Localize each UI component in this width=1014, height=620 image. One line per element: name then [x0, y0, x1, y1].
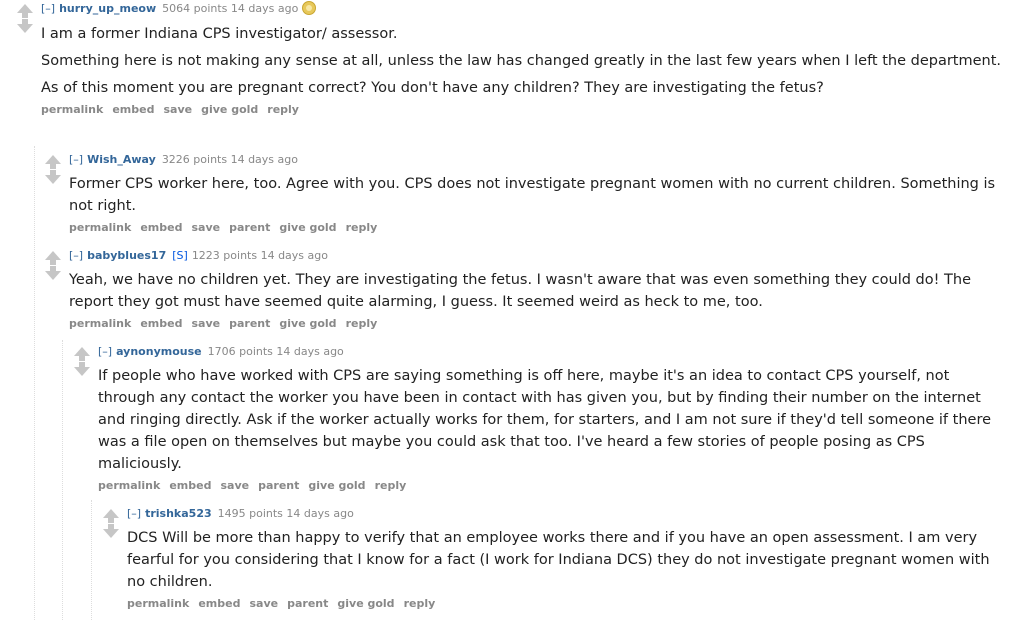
- parent-link[interactable]: parent: [229, 221, 270, 234]
- comment-body: I am a former Indiana CPS investigator/ …: [41, 23, 1001, 99]
- save-link[interactable]: save: [220, 479, 249, 492]
- upvote-arrow-icon[interactable]: [45, 155, 61, 169]
- thread-guide-line: [62, 340, 63, 620]
- comment-actions: permalink embed save parent give gold reply: [69, 220, 999, 236]
- comment-tagline: [–] trishka523 1495 points 14 days ago: [127, 507, 1002, 521]
- comment-actions: permalink embed save parent give gold reply: [98, 478, 1008, 494]
- save-link[interactable]: save: [249, 597, 278, 610]
- thread-guide-line: [91, 500, 92, 620]
- embed-link[interactable]: embed: [198, 597, 240, 610]
- collapse-toggle[interactable]: [–]: [69, 249, 83, 262]
- reply-link[interactable]: reply: [267, 103, 299, 116]
- comment-actions: permalink embed save parent give gold reply: [127, 596, 1002, 612]
- comment-paragraph: I am a former Indiana CPS investigator/ …: [41, 26, 398, 42]
- downvote-arrow-icon[interactable]: [103, 524, 119, 538]
- permalink-link[interactable]: permalink: [69, 221, 131, 234]
- collapse-toggle[interactable]: [–]: [98, 345, 112, 358]
- give-gold-link[interactable]: give gold: [308, 479, 365, 492]
- collapse-toggle[interactable]: [–]: [41, 2, 55, 15]
- comment-actions: permalink embed save give gold reply: [41, 102, 1001, 118]
- embed-link[interactable]: embed: [140, 317, 182, 330]
- author-link[interactable]: trishka523: [145, 507, 212, 520]
- collapse-toggle[interactable]: [–]: [69, 153, 83, 166]
- give-gold-link[interactable]: give gold: [279, 221, 336, 234]
- thread-guide-line: [34, 146, 35, 620]
- downvote-arrow-icon[interactable]: [45, 266, 61, 280]
- comment-tagline: [–] Wish_Away 3226 points 14 days ago: [69, 153, 999, 167]
- reply-link[interactable]: reply: [375, 479, 407, 492]
- comment-body: If people who have worked with CPS are s…: [98, 365, 1008, 475]
- reply-link[interactable]: reply: [346, 317, 378, 330]
- author-link[interactable]: Wish_Away: [87, 153, 156, 166]
- gilded-icon: [302, 1, 317, 15]
- permalink-link[interactable]: permalink: [127, 597, 189, 610]
- score-and-time: 1706 points 14 days ago: [207, 345, 344, 358]
- permalink-link[interactable]: permalink: [98, 479, 160, 492]
- give-gold-link[interactable]: give gold: [201, 103, 258, 116]
- comment-paragraph: DCS Will be more than happy to verify th…: [127, 530, 990, 590]
- give-gold-link[interactable]: give gold: [279, 317, 336, 330]
- comment-paragraph: Something here is not making any sense a…: [41, 53, 1002, 69]
- embed-link[interactable]: embed: [140, 221, 182, 234]
- comment-tagline: [–] aynonymouse 1706 points 14 days ago: [98, 345, 1008, 359]
- permalink-link[interactable]: permalink: [69, 317, 131, 330]
- reply-link[interactable]: reply: [346, 221, 378, 234]
- downvote-arrow-icon[interactable]: [45, 170, 61, 184]
- save-link[interactable]: save: [191, 221, 220, 234]
- save-link[interactable]: save: [163, 103, 192, 116]
- comment-body: Former CPS worker here, too. Agree with …: [69, 173, 999, 217]
- author-link[interactable]: aynonymouse: [116, 345, 202, 358]
- comment-paragraph: If people who have worked with CPS are s…: [98, 368, 992, 472]
- upvote-arrow-icon[interactable]: [17, 4, 33, 18]
- comment-paragraph: Former CPS worker here, too. Agree with …: [69, 176, 996, 214]
- author-link[interactable]: babyblues17: [87, 249, 166, 262]
- reply-link[interactable]: reply: [404, 597, 436, 610]
- score-and-time: 1495 points 14 days ago: [217, 507, 354, 520]
- comment-body: Yeah, we have no children yet. They are …: [69, 269, 999, 313]
- save-link[interactable]: save: [191, 317, 220, 330]
- parent-link[interactable]: parent: [229, 317, 270, 330]
- comment-tagline: [–] babyblues17 [S] 1223 points 14 days ago: [69, 249, 999, 263]
- give-gold-link[interactable]: give gold: [337, 597, 394, 610]
- downvote-arrow-icon[interactable]: [74, 362, 90, 376]
- comment-actions: permalink embed save parent give gold reply: [69, 316, 999, 332]
- upvote-arrow-icon[interactable]: [103, 509, 119, 523]
- downvote-arrow-icon[interactable]: [17, 19, 33, 33]
- permalink-link[interactable]: permalink: [41, 103, 103, 116]
- embed-link[interactable]: embed: [169, 479, 211, 492]
- comment-body: DCS Will be more than happy to verify th…: [127, 527, 1002, 593]
- submitter-badge: [S]: [172, 249, 188, 262]
- collapse-toggle[interactable]: [–]: [127, 507, 141, 520]
- score-and-time: 5064 points 14 days ago: [162, 2, 299, 15]
- score-and-time: 3226 points 14 days ago: [161, 153, 298, 166]
- upvote-arrow-icon[interactable]: [45, 251, 61, 265]
- upvote-arrow-icon[interactable]: [74, 347, 90, 361]
- parent-link[interactable]: parent: [287, 597, 328, 610]
- author-link[interactable]: hurry_up_meow: [59, 2, 156, 15]
- comment-paragraph: Yeah, we have no children yet. They are …: [69, 272, 972, 310]
- comment-tagline: [–] hurry_up_meow 5064 points 14 days ago: [41, 1, 1001, 16]
- score-and-time: 1223 points 14 days ago: [191, 249, 328, 262]
- parent-link[interactable]: parent: [258, 479, 299, 492]
- embed-link[interactable]: embed: [112, 103, 154, 116]
- comment-paragraph: As of this moment you are pregnant corre…: [41, 80, 824, 96]
